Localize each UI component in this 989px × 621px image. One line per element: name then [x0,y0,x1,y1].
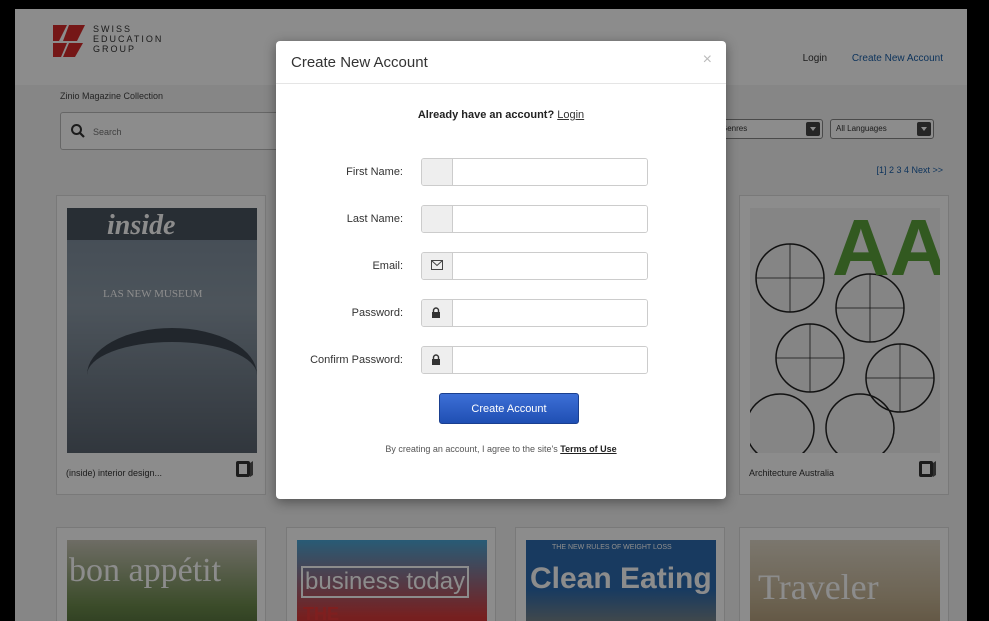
envelope-icon [431,260,443,270]
browser-viewport: SWISS EDUCATION GROUP Login Create New A… [15,9,967,621]
email-field[interactable] [453,253,647,279]
confirm-password-group [421,346,648,374]
last-name-field[interactable] [453,206,647,232]
input-addon [422,159,453,185]
create-account-button[interactable]: Create Account [439,393,579,424]
password-label: Password: [351,307,403,319]
password-row: Password: [276,299,726,329]
email-label: Email: [372,260,403,272]
email-row: Email: [276,252,726,282]
confirm-password-label: Confirm Password: [310,354,403,366]
close-icon[interactable]: × [703,51,712,69]
last-name-row: Last Name: [276,205,726,235]
confirm-password-field[interactable] [453,347,647,373]
lock-icon [432,307,440,318]
input-addon [422,253,453,279]
modal-login-link[interactable]: Login [557,109,584,121]
input-addon [422,347,453,373]
modal-header: Create New Account × [276,41,726,84]
input-addon [422,206,453,232]
last-name-group [421,205,648,233]
first-name-row: First Name: [276,158,726,188]
modal-title: Create New Account [291,54,428,71]
email-group [421,252,648,280]
password-group [421,299,648,327]
lock-icon [432,354,440,365]
confirm-password-row: Confirm Password: [276,346,726,376]
last-name-label: Last Name: [346,213,403,225]
first-name-label: First Name: [346,166,403,178]
first-name-field[interactable] [453,159,647,185]
create-account-modal: Create New Account × Already have an acc… [276,41,726,499]
terms-of-use-link[interactable]: Terms of Use [560,444,616,454]
password-field[interactable] [453,300,647,326]
input-addon [422,300,453,326]
terms-agreement: By creating an account, I agree to the s… [385,444,617,454]
already-have-account: Already have an account? Login [417,109,585,121]
first-name-group [421,158,648,186]
